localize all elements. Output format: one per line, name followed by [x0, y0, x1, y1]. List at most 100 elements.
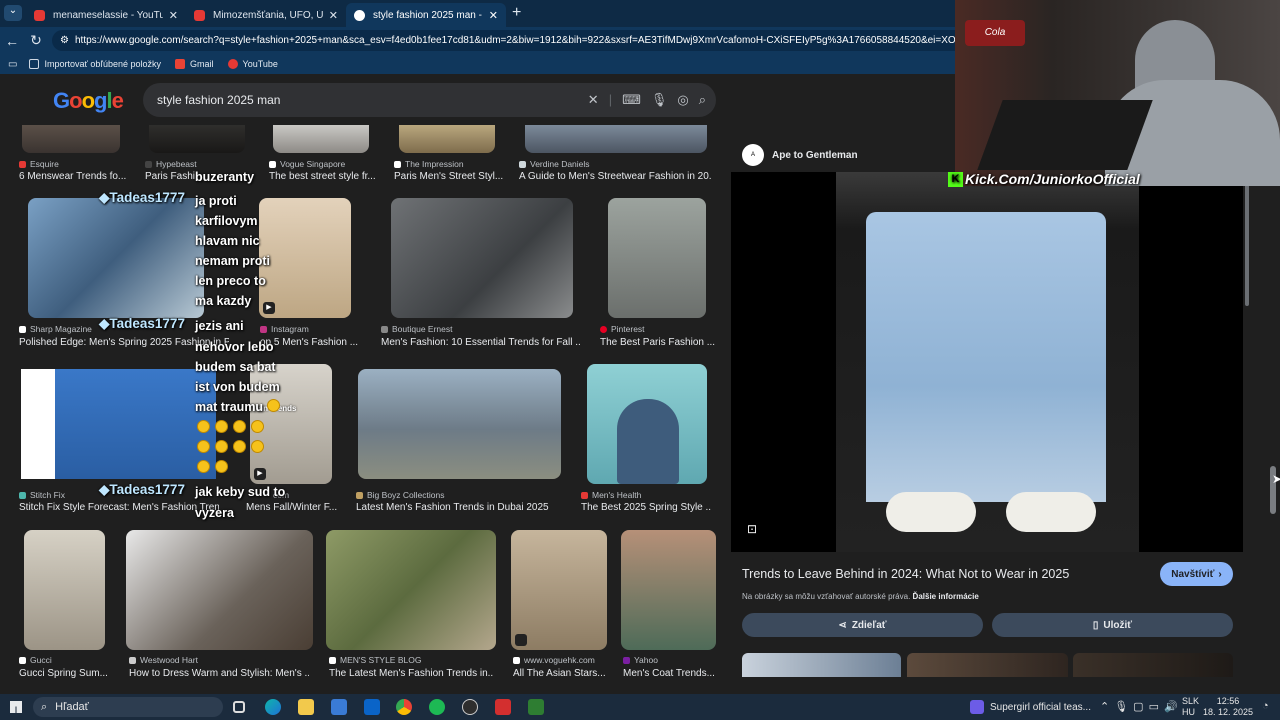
notification-text[interactable]: Supergirl official teas...	[990, 702, 1091, 713]
result-source: Sharp Magazine	[19, 324, 92, 334]
result-image[interactable]	[126, 530, 313, 650]
bookmark-youtube[interactable]: YouTube	[227, 59, 278, 69]
result-caption[interactable]: Latest Men's Fashion Trends in Dubai 202…	[356, 502, 556, 513]
result-caption[interactable]: Men's Coat Trends...	[623, 668, 718, 679]
recording-icon[interactable]	[495, 699, 511, 715]
result-source: Vogue Singapore	[269, 159, 345, 169]
reload-icon[interactable]: ↻	[24, 32, 48, 49]
more-info-link[interactable]: Ďalšie informácie	[913, 592, 979, 601]
store-icon[interactable]	[331, 699, 347, 715]
visit-button[interactable]: Navštíviť ›	[1160, 562, 1233, 586]
webcam-overlay: Cola	[955, 0, 1280, 186]
result-image[interactable]	[511, 530, 607, 650]
close-icon[interactable]: ✕	[329, 9, 338, 22]
result-image[interactable]	[149, 125, 245, 153]
clear-icon[interactable]: ✕	[588, 92, 599, 108]
related-image[interactable]	[1073, 653, 1233, 677]
lens-icon[interactable]: ◎	[677, 92, 688, 108]
tray-icons[interactable]: ⌃🎙▢▭🔊	[1100, 700, 1183, 713]
result-caption[interactable]: Men's Fashion: 10 Essential Trends for F…	[381, 337, 581, 348]
site-info-icon[interactable]: ⚙	[60, 35, 69, 46]
search-input[interactable]: style fashion 2025 man ✕ | ⌨ 🎙 ◎ ⌕	[143, 83, 716, 117]
divider: |	[608, 92, 613, 107]
lens-icon[interactable]: ⊡	[747, 522, 757, 536]
search-icon[interactable]: ⌕	[699, 92, 706, 108]
windows-start-icon[interactable]	[10, 701, 22, 713]
result-image[interactable]	[587, 364, 707, 484]
outlook-icon[interactable]	[364, 699, 380, 715]
result-image[interactable]	[391, 198, 573, 318]
laughing-emoji-icon	[197, 440, 210, 453]
result-image[interactable]	[608, 198, 706, 318]
result-source: Instagram	[260, 324, 309, 334]
result-source: Boutique Ernest	[381, 324, 452, 334]
kick-icon: K	[948, 171, 963, 187]
result-caption[interactable]: op 5 Men's Fashion ...	[260, 337, 365, 348]
task-view-icon[interactable]	[233, 701, 245, 713]
result-caption[interactable]: Paris Men's Street Styl...	[394, 171, 506, 182]
page-scrollbar[interactable]	[1270, 188, 1276, 688]
result-caption[interactable]: The Best Paris Fashion ...	[600, 337, 715, 348]
result-image[interactable]	[273, 125, 369, 153]
result-caption[interactable]: The Latest Men's Fashion Trends in...	[329, 668, 494, 679]
keyboard-language[interactable]: SLK HU	[1182, 696, 1199, 718]
result-caption[interactable]: Stitch Fix Style Forecast: Men's Fashion…	[19, 502, 219, 513]
edge-icon[interactable]	[265, 699, 281, 715]
spotify-icon[interactable]	[429, 699, 445, 715]
clock[interactable]: 12:56 18. 12. 2025	[1202, 696, 1254, 718]
laughing-emoji-icon	[251, 420, 264, 433]
microphone-icon[interactable]: 🎙	[651, 92, 668, 108]
google-logo[interactable]: Google	[53, 88, 124, 114]
bookmark-gmail[interactable]: Gmail	[175, 59, 214, 69]
bookmark-label: YouTube	[242, 59, 278, 69]
reading-list-icon[interactable]: ▭	[8, 59, 17, 70]
preview-image[interactable]: ⊡	[731, 172, 1243, 552]
result-caption[interactable]: How to Dress Warm and Stylish: Men's ...	[129, 668, 309, 679]
related-image[interactable]	[742, 653, 901, 677]
result-image[interactable]	[621, 530, 716, 650]
taskbar-search[interactable]: ⌕ Hľadať	[33, 697, 223, 717]
tab-google-search[interactable]: style fashion 2025 man - Hľadať G ✕	[346, 3, 506, 27]
close-icon[interactable]: ✕	[489, 9, 498, 22]
close-icon[interactable]: ✕	[169, 9, 178, 22]
result-caption[interactable]: A Guide to Men's Streetwear Fashion in 2…	[519, 171, 711, 182]
result-image[interactable]	[399, 125, 495, 153]
result-source: The Impression	[394, 159, 464, 169]
result-caption[interactable]: Paris Fashio	[145, 171, 195, 182]
save-button[interactable]: ▯ Uložiť	[992, 613, 1233, 637]
result-caption[interactable]: All The Asian Stars...	[513, 668, 608, 679]
app-icon[interactable]	[528, 699, 544, 715]
tab-list-chevron-icon[interactable]: ⌄	[4, 5, 22, 21]
notification-bell-icon[interactable]: ◔	[1262, 700, 1269, 712]
tab-mimozemstania[interactable]: Mimozemšťania, UFO, Únosy a Ar ✕	[186, 3, 346, 27]
share-button[interactable]: ⋖ Zdieľať	[742, 613, 983, 637]
file-explorer-icon[interactable]	[298, 699, 314, 715]
result-image[interactable]	[28, 198, 204, 318]
chat-message: hlavam nic	[195, 234, 260, 248]
back-icon[interactable]: ←	[0, 33, 24, 49]
result-caption[interactable]: Gucci Spring Sum...	[19, 668, 109, 679]
obs-icon[interactable]	[462, 699, 478, 715]
related-image[interactable]	[907, 653, 1068, 677]
result-caption[interactable]: The best street style fr...	[269, 171, 379, 182]
result-image[interactable]	[358, 369, 561, 479]
result-image[interactable]	[24, 530, 105, 650]
result-image[interactable]	[22, 125, 120, 153]
result-caption[interactable]: The Best 2025 Spring Style ...	[581, 502, 711, 513]
result-caption[interactable]: Mens Fall/Winter F...	[246, 502, 341, 513]
bookmark-import[interactable]: Importovať obľúbené položky	[29, 59, 161, 69]
copyright-note: Na obrázky sa môžu vzťahovať autorské pr…	[742, 592, 979, 601]
preview-site-name[interactable]: Ape to Gentleman	[772, 150, 858, 161]
new-tab-icon[interactable]: +	[512, 4, 521, 22]
preview-title[interactable]: Trends to Leave Behind in 2024: What Not…	[742, 567, 1069, 581]
result-image[interactable]	[525, 125, 707, 153]
result-image[interactable]	[21, 369, 216, 479]
result-image[interactable]	[326, 530, 496, 650]
result-caption[interactable]: 6 Menswear Trends fo...	[19, 171, 129, 182]
chrome-icon[interactable]	[396, 699, 412, 715]
tab-youtube[interactable]: menameselassie - YouTube ✕	[26, 3, 186, 27]
result-image[interactable]: ▶	[259, 198, 351, 318]
youtube-icon	[194, 9, 205, 21]
panel-scrollbar[interactable]	[1245, 184, 1249, 306]
keyboard-icon[interactable]: ⌨	[622, 92, 641, 108]
